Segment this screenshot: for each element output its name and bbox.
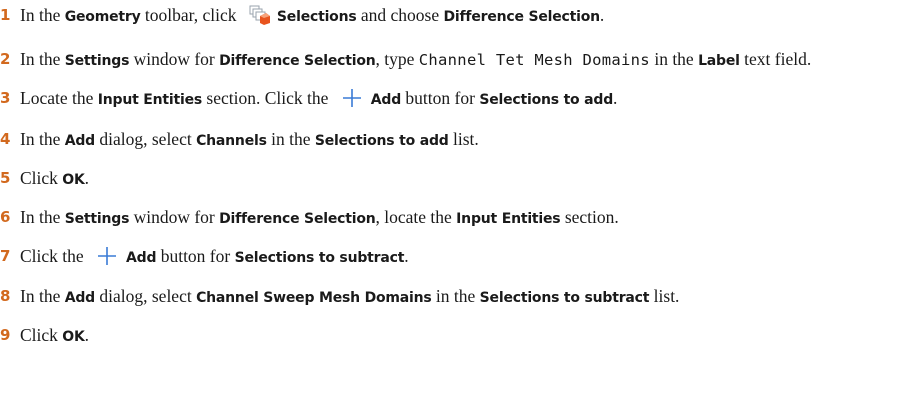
typed-value: Channel Tet Mesh Domains (418, 51, 650, 69)
ui-reference: OK (62, 329, 85, 345)
ui-reference: Channels (196, 133, 267, 149)
step-number: 3 (0, 89, 11, 107)
step-text: , locate the (375, 207, 457, 227)
step-5: 5 Click OK. (0, 167, 902, 192)
step-6: 6 In the Settings window for Difference … (0, 206, 902, 231)
step-text: section. (560, 207, 619, 227)
ui-reference: Add (64, 290, 95, 306)
step-text: button for (401, 88, 480, 108)
step-2: 2 In the Settings window for Difference … (0, 46, 900, 74)
step-number: 9 (0, 326, 11, 344)
ui-reference: Input Entities (456, 211, 561, 227)
step-number: 1 (0, 6, 11, 24)
step-text: In the (20, 5, 65, 25)
instruction-steps: 1 In the Geometry toolbar, click Selecti… (0, 4, 902, 363)
ui-reference: Settings (64, 211, 130, 227)
step-7: 7 Click the Add button for Selections to… (0, 245, 902, 270)
add-plus-icon (96, 246, 118, 266)
step-text: In the (20, 207, 65, 227)
ui-reference: Selections to subtract (234, 250, 405, 266)
add-plus-icon (341, 88, 363, 108)
step-text: dialog, select (95, 129, 197, 149)
ui-reference: Difference Selection (219, 53, 376, 69)
step-number: 6 (0, 208, 11, 226)
step-text: window for (129, 207, 220, 227)
ui-reference: Selections to subtract (479, 290, 650, 306)
step-text: toolbar, click (140, 5, 241, 25)
ui-reference: Selections to add (314, 133, 449, 149)
step-text: In the (20, 49, 65, 69)
step-text: text field. (739, 49, 812, 69)
step-text: in the (266, 129, 315, 149)
step-text: and choose (356, 5, 444, 25)
step-number: 7 (0, 247, 11, 265)
step-text: . (599, 5, 605, 25)
step-text: Locate the (20, 88, 98, 108)
step-1: 1 In the Geometry toolbar, click Selecti… (0, 4, 902, 29)
step-text: list. (649, 286, 680, 306)
step-text: Click (20, 325, 63, 345)
step-9: 9 Click OK. (0, 324, 902, 349)
step-4: 4 In the Add dialog, select Channels in … (0, 128, 902, 153)
step-text: In the (20, 129, 65, 149)
ui-reference: Channel Sweep Mesh Domains (196, 290, 432, 306)
step-text: dialog, select (95, 286, 197, 306)
ui-reference: Geometry (64, 9, 141, 25)
ui-reference: Label (698, 53, 740, 69)
step-text: . (84, 325, 90, 345)
step-text: , type (375, 49, 419, 69)
ui-reference: Input Entities (97, 92, 203, 108)
step-text: in the (431, 286, 480, 306)
step-3: 3 Locate the Input Entities section. Cli… (0, 87, 902, 112)
ui-reference: Add (64, 133, 95, 149)
step-text: window for (129, 49, 220, 69)
step-number: 8 (0, 287, 11, 305)
step-text: . (404, 246, 409, 266)
step-text: button for (156, 246, 235, 266)
step-text: section. Click the (202, 88, 333, 108)
step-number: 4 (0, 130, 11, 148)
ui-reference: OK (62, 172, 85, 188)
ui-reference: Add (126, 250, 157, 266)
ui-reference: Selections (276, 9, 357, 25)
step-text: list. (448, 129, 479, 149)
step-text: . (84, 168, 90, 188)
selections-icon (249, 5, 271, 25)
step-text: Click (20, 168, 63, 188)
step-text: In the (20, 286, 65, 306)
ui-reference: Add (370, 92, 402, 108)
step-number: 5 (0, 169, 11, 187)
step-number: 2 (0, 50, 11, 68)
ui-reference: Difference Selection (443, 9, 601, 25)
step-text: . (613, 88, 618, 108)
ui-reference: Settings (64, 53, 130, 69)
step-text: in the (649, 49, 699, 69)
ui-reference: Selections to add (479, 92, 614, 108)
step-8: 8 In the Add dialog, select Channel Swee… (0, 285, 902, 310)
step-text: Click the (20, 246, 89, 266)
ui-reference: Difference Selection (219, 211, 376, 227)
